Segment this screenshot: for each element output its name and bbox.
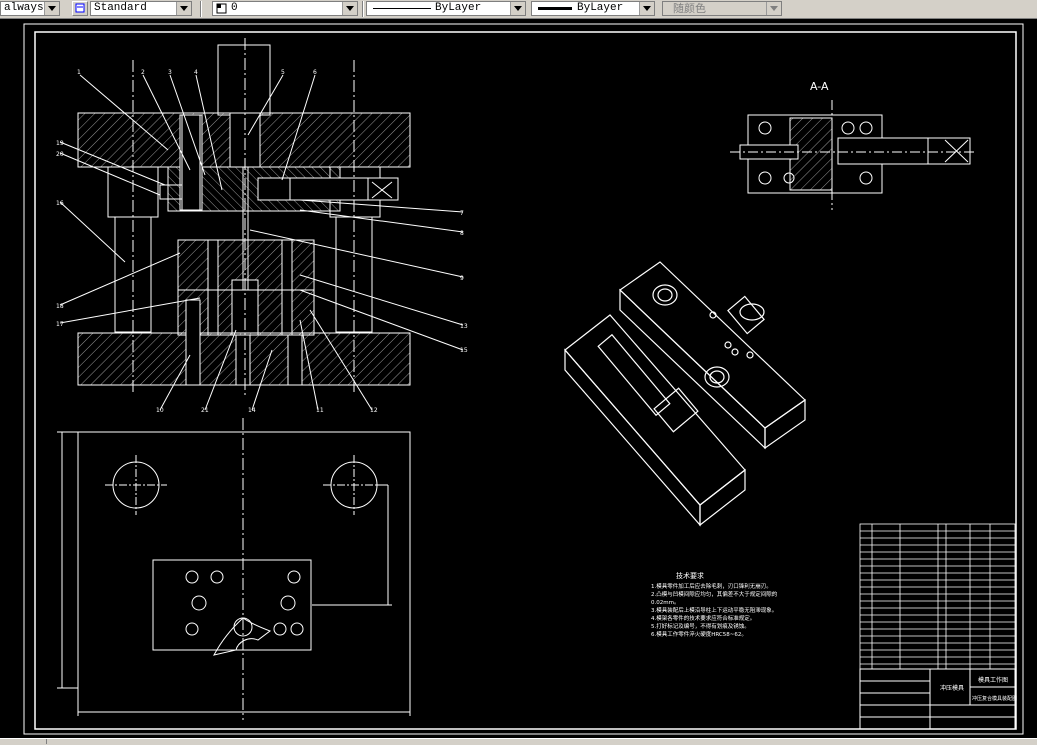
properties-toolbar: always2 Standard 0 ByLayer ByLayer 随颜色 xyxy=(0,0,1037,19)
status-cell xyxy=(0,739,47,744)
title-drawing-no: 冲压复合模具装配图 xyxy=(972,695,1017,702)
text-style-manager-button[interactable] xyxy=(72,1,88,16)
part-number: 2 xyxy=(141,69,145,76)
tech-line: 2.凸模与凹模间隙应均匀，其偏差不大于规定间隙的 xyxy=(651,590,778,598)
section-label: A-A xyxy=(810,80,829,93)
text-style-icon xyxy=(75,3,85,13)
title-project: 模具工作图 xyxy=(978,676,1008,684)
iso-upper-block-top xyxy=(619,261,806,429)
linetype-swatch xyxy=(373,8,431,9)
chevron-down-icon[interactable] xyxy=(639,2,654,15)
lineweight-value: ByLayer xyxy=(577,2,624,14)
title-name: 冲压模具 xyxy=(940,684,964,692)
part-number: 7 xyxy=(460,210,464,217)
chevron-down-icon xyxy=(766,2,781,15)
plot-style-value: 随颜色 xyxy=(673,2,706,15)
part-number: 15 xyxy=(460,347,468,354)
guide-post-left xyxy=(114,216,152,333)
part-number: 14 xyxy=(248,407,256,414)
part-number: 20 xyxy=(56,151,64,158)
tech-line: 1.模具零件加工后应去除毛刺，刃口锋利无崩刃。 xyxy=(651,582,772,590)
text-style-combo[interactable]: Standard xyxy=(90,1,192,16)
section-cylinder xyxy=(837,137,971,165)
part-number: 3 xyxy=(168,69,172,76)
tech-line: 0.02mm。 xyxy=(651,600,679,606)
technical-requirements: 技术要求 1.模具零件加工后应去除毛刺，刃口锋利无崩刃。 2.凸模与凹模间隙应均… xyxy=(651,571,778,638)
chevron-down-icon[interactable] xyxy=(44,2,59,15)
part-number: 19 xyxy=(56,140,64,147)
toolbar-separator xyxy=(200,1,202,17)
part-number: 21 xyxy=(201,407,209,414)
die-shank xyxy=(217,44,271,116)
lineweight-swatch xyxy=(538,7,572,10)
title-block-text: 冲压模具 模具工作图 冲压复合模具装配图 xyxy=(940,676,1017,702)
chevron-down-icon[interactable] xyxy=(342,2,357,15)
part-number: 1 xyxy=(77,69,81,76)
tech-line: 6.模具工作零件淬火硬度HRC58~62。 xyxy=(651,630,747,638)
section-view-a-a xyxy=(730,100,975,210)
lower-plate-outline xyxy=(77,431,411,713)
part-number: 11 xyxy=(316,407,324,414)
part-number: 8 xyxy=(460,230,464,237)
plot-style-combo: 随颜色 xyxy=(662,1,782,16)
isometric-view xyxy=(564,261,806,527)
part-number: 9 xyxy=(460,275,464,282)
layer-combo[interactable]: 0 xyxy=(212,1,358,16)
dimension-style-combo[interactable]: always2 xyxy=(0,1,60,16)
part-number: 5 xyxy=(281,69,285,76)
linetype-value: ByLayer xyxy=(435,2,482,14)
tech-line: 3.模具装配后上模沿导柱上下运动平稳无阻滞现象。 xyxy=(651,606,777,614)
side-cylinder xyxy=(257,177,399,201)
layer-value: 0 xyxy=(231,2,238,14)
tech-title: 技术要求 xyxy=(676,571,704,580)
part-number: 13 xyxy=(460,323,468,330)
text-style-value: Standard xyxy=(94,2,147,14)
tech-line: 4.模架各零件的技术要求应符合标准规定。 xyxy=(651,614,755,622)
tech-line: 5.打好标记及编号，不得有划痕及锈蚀。 xyxy=(651,622,750,630)
lineweight-combo[interactable]: ByLayer xyxy=(531,1,655,16)
chevron-down-icon[interactable] xyxy=(176,2,191,15)
die-block-outline xyxy=(152,559,312,651)
plan-view xyxy=(57,418,411,720)
toolbar-separator xyxy=(362,1,364,17)
drawing-canvas[interactable]: 1 2 3 4 5 6 7 8 9 10 11 12 13 14 15 16 1… xyxy=(0,18,1037,738)
part-number: 4 xyxy=(194,69,198,76)
chevron-down-icon[interactable] xyxy=(510,2,525,15)
part-number: 17 xyxy=(56,321,64,328)
part-number: 10 xyxy=(156,407,164,414)
screw-lower xyxy=(185,299,201,386)
assembly-section-view xyxy=(59,38,464,411)
parts-list xyxy=(859,523,1016,670)
part-number: 12 xyxy=(370,407,378,414)
part-number: 6 xyxy=(313,69,317,76)
part-number: 16 xyxy=(56,200,64,207)
linetype-combo[interactable]: ByLayer xyxy=(366,1,526,16)
part-number: 18 xyxy=(56,303,64,310)
layer-state-icon xyxy=(216,3,227,14)
